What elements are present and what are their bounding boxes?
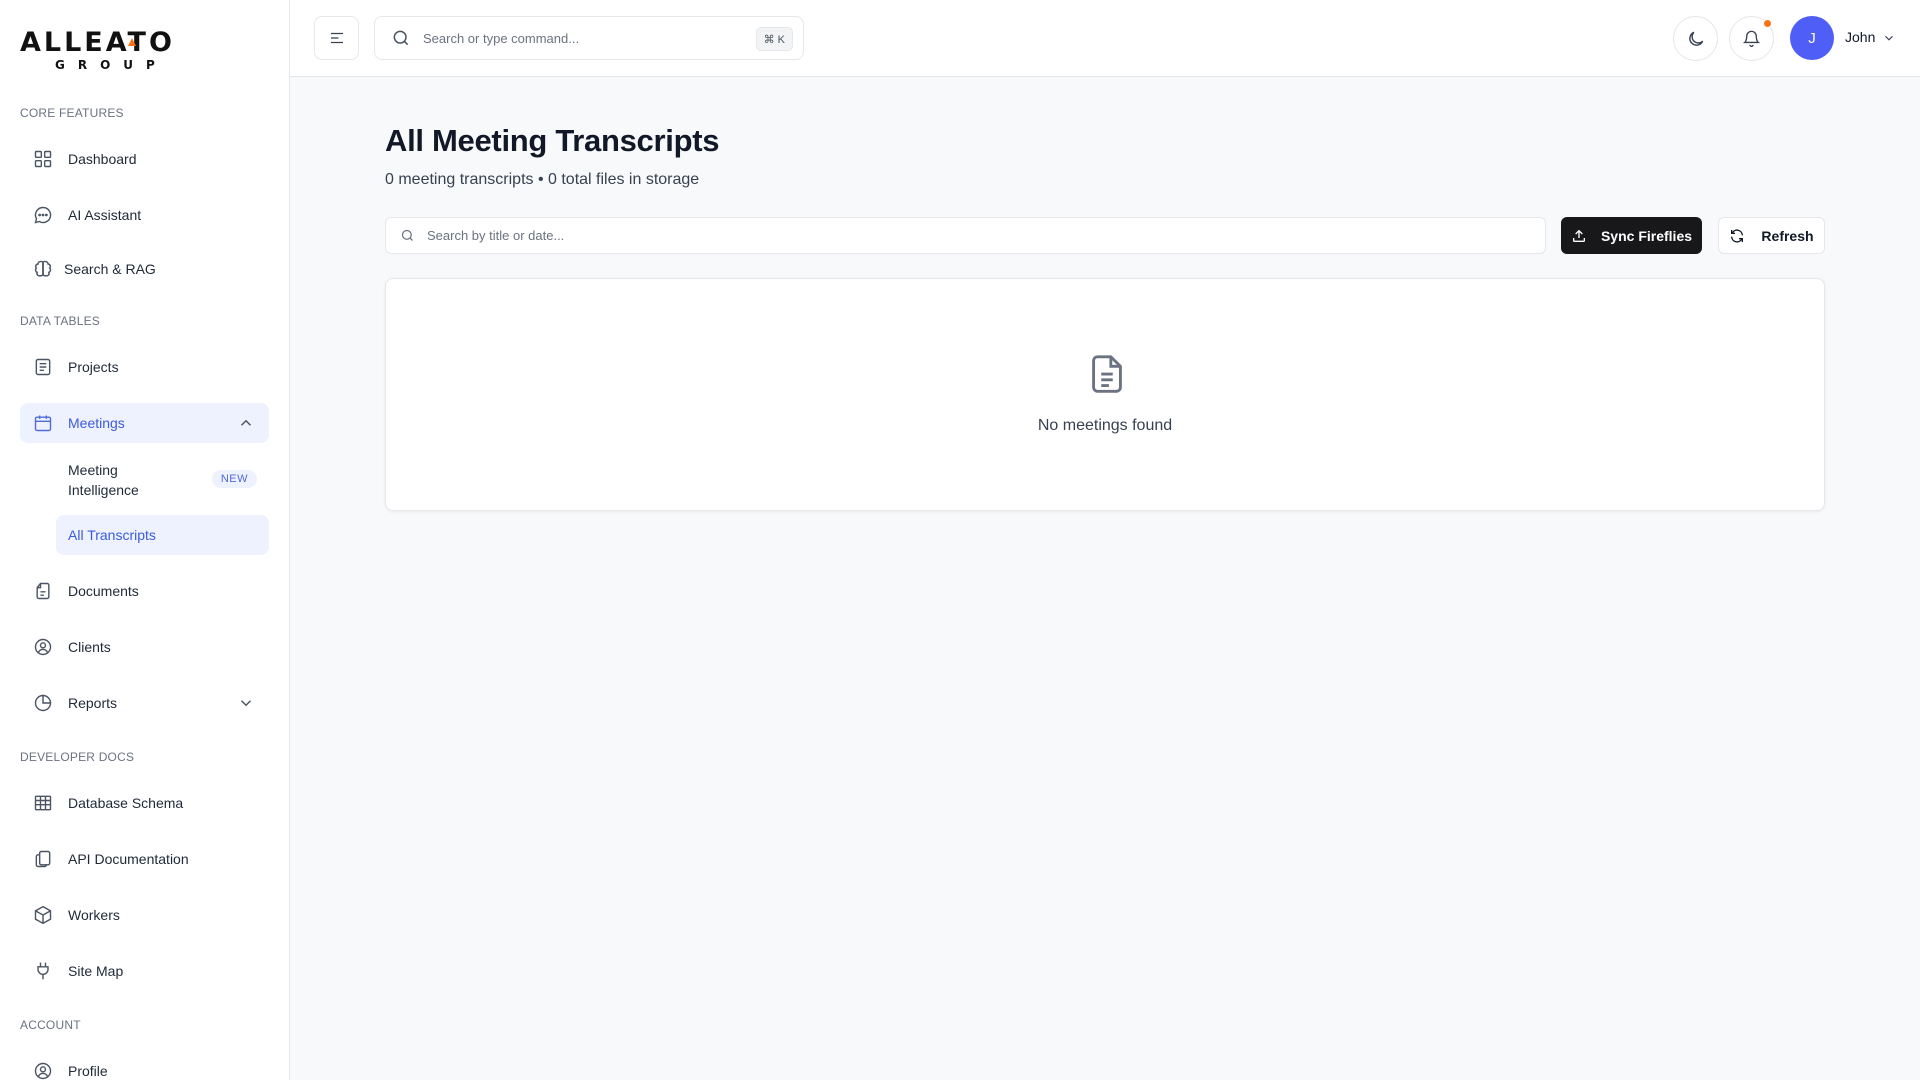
clipboard-icon (33, 581, 53, 601)
notifications-button[interactable] (1729, 16, 1774, 61)
keyboard-shortcut-hint: ⌘ K (755, 27, 793, 51)
refresh-label: Refresh (1761, 227, 1814, 244)
sidebar-item-label: Meetings (68, 415, 125, 431)
user-name[interactable]: John (1845, 29, 1875, 45)
menu-lines-icon (330, 32, 343, 44)
chevron-up-icon[interactable] (237, 414, 255, 432)
search-icon (393, 30, 409, 46)
sidebar-item-workers[interactable]: Workers (20, 895, 269, 935)
sidebar-item-label: Database Schema (68, 795, 184, 811)
sync-fireflies-label: Sync Fireflies (1600, 227, 1693, 244)
sync-fireflies-button[interactable]: Sync Fireflies (1561, 217, 1702, 254)
sidebar-item-label: Workers (68, 907, 120, 923)
grid-icon (33, 149, 53, 169)
sidebar-item-projects[interactable]: Projects (20, 347, 269, 387)
pie-chart-icon (33, 693, 53, 713)
sidebar-item-label: Search & RAG (64, 261, 156, 277)
sidebar-item-meetings[interactable]: Meetings (20, 403, 269, 443)
brain-icon (33, 259, 53, 279)
user-circle-icon (33, 637, 53, 657)
avatar[interactable]: J (1790, 16, 1834, 60)
transcript-search-placeholder: Search by title or date... (427, 228, 565, 243)
logo-subtitle: GROUP (55, 58, 168, 72)
sidebar-item-label: Reports (68, 695, 118, 711)
new-badge: NEW (211, 470, 257, 488)
sidebar-item-label: Clients (68, 639, 111, 655)
moon-icon (1688, 31, 1703, 46)
page-title: All Meeting Transcripts (385, 123, 720, 158)
theme-toggle-button[interactable] (1673, 16, 1718, 61)
document-icon (1092, 355, 1122, 393)
command-search-placeholder: Search or type command... (423, 30, 580, 46)
copy-document-icon (33, 849, 53, 869)
upload-icon (1572, 229, 1585, 242)
refresh-icon (1731, 228, 1744, 243)
transcript-search-input[interactable]: Search by title or date... (385, 217, 1546, 254)
list-box-icon (33, 357, 53, 377)
cube-icon (33, 905, 53, 925)
calendar-icon (33, 413, 53, 433)
chevron-down-icon[interactable] (1882, 31, 1896, 45)
sidebar-subitem-label: Meeting Intelligence (68, 462, 139, 498)
section-label-account: ACCOUNT (20, 1018, 81, 1032)
sidebar-item-database-schema[interactable]: Database Schema (20, 783, 269, 823)
sidebar-item-label: Profile (68, 1063, 108, 1079)
chat-bubble-icon (33, 205, 53, 225)
sidebar-item-label: API Documentation (68, 851, 189, 867)
sidebar-item-documents[interactable]: Documents (20, 571, 269, 611)
section-label-developer-docs: DEVELOPER DOCS (20, 750, 135, 764)
page-subtitle: 0 meeting transcripts • 0 total files in… (385, 171, 700, 188)
sidebar-item-profile[interactable]: Profile (20, 1051, 269, 1080)
sidebar: ALLEATO GROUP CORE FEATURES Dashboard AI… (0, 0, 290, 1080)
sidebar-item-label: Projects (68, 359, 119, 375)
section-label-core-features: CORE FEATURES (20, 106, 124, 120)
alleato-logo[interactable]: ALLEATO GROUP (20, 28, 210, 76)
sidebar-item-label: Dashboard (68, 151, 137, 167)
user-circle-icon (33, 1061, 53, 1080)
sidebar-item-api-documentation[interactable]: API Documentation (20, 839, 269, 879)
sidebar-subitem-meeting-intelligence[interactable]: Meeting Intelligence NEW (56, 459, 269, 501)
logo-wordmark: ALLEATO (20, 27, 175, 58)
search-icon (401, 229, 413, 241)
sidebar-toggle-button[interactable] (314, 16, 359, 60)
sidebar-item-search-rag[interactable]: Search & RAG (20, 249, 269, 289)
sidebar-item-clients[interactable]: Clients (20, 627, 269, 667)
refresh-button[interactable]: Refresh (1718, 217, 1825, 254)
top-bar: Search or type command... ⌘ K J John (290, 0, 1920, 77)
transcripts-list-empty-state: No meetings found (385, 278, 1825, 511)
chevron-down-icon[interactable] (237, 694, 255, 712)
sidebar-item-label: Site Map (68, 963, 124, 979)
sidebar-subitem-label: All Transcripts (68, 527, 156, 543)
section-label-data-tables: DATA TABLES (20, 314, 101, 328)
command-search-input[interactable]: Search or type command... ⌘ K (374, 16, 804, 60)
notification-dot (1763, 19, 1772, 28)
bell-icon (1742, 30, 1761, 48)
plug-icon (33, 961, 53, 981)
sidebar-item-dashboard[interactable]: Dashboard (20, 139, 269, 179)
sidebar-subitem-all-transcripts[interactable]: All Transcripts (56, 515, 269, 555)
sidebar-item-reports[interactable]: Reports (20, 683, 269, 723)
empty-state-message: No meetings found (1037, 417, 1173, 434)
table-icon (33, 793, 53, 813)
sidebar-item-label: AI Assistant (68, 207, 142, 223)
sidebar-item-site-map[interactable]: Site Map (20, 951, 269, 991)
sidebar-item-label: Documents (68, 583, 139, 599)
sidebar-item-ai-assistant[interactable]: AI Assistant (20, 195, 269, 235)
